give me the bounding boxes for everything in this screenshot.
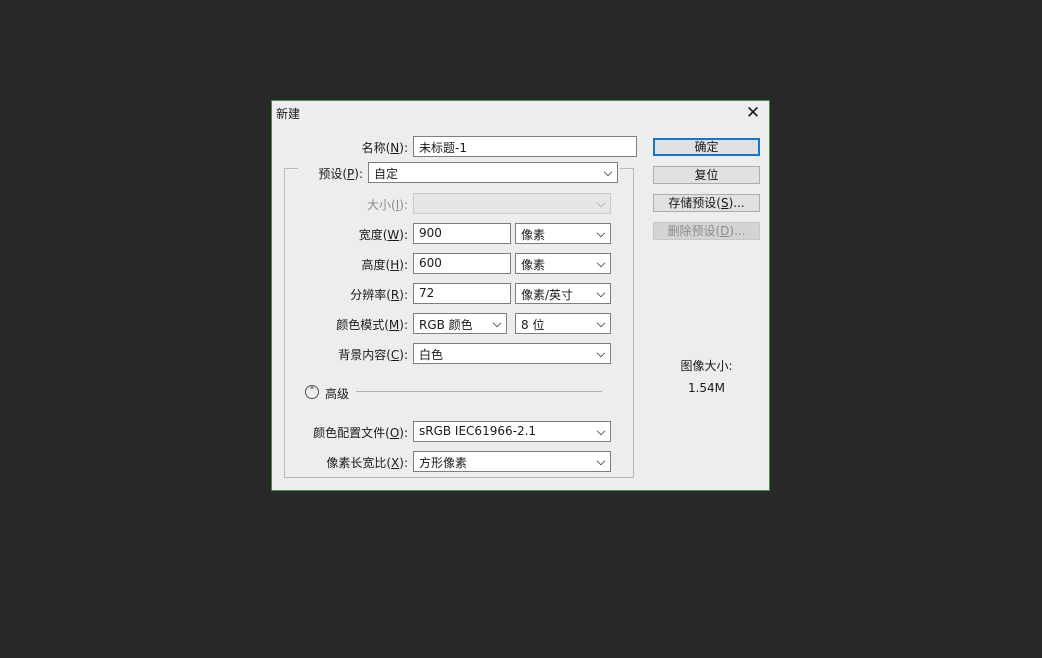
chevron-down-icon: [596, 288, 606, 298]
width-unit-select[interactable]: 像素: [515, 223, 611, 244]
preset-label: 预设(P):: [316, 165, 363, 182]
resolution-input[interactable]: 72: [413, 283, 511, 304]
color-mode-select[interactable]: RGB 颜色: [413, 313, 507, 334]
size-label: 大小(I):: [367, 198, 408, 212]
chevron-down-icon: [596, 258, 606, 268]
background-value: 白色: [419, 348, 444, 362]
height-unit-select[interactable]: 像素: [515, 253, 611, 274]
advanced-label[interactable]: 高级: [325, 385, 349, 402]
pixel-aspect-value: 方形像素: [419, 456, 468, 470]
resolution-unit-select[interactable]: 像素/英寸: [515, 283, 611, 304]
width-label: 宽度(W):: [358, 228, 408, 242]
chevron-down-icon: [596, 426, 606, 436]
height-input[interactable]: 600: [413, 253, 511, 274]
image-size-label: 图像大小:: [680, 359, 733, 373]
chevron-down-icon: [596, 348, 606, 358]
image-size-value: 1.54M: [687, 381, 726, 395]
bit-depth-select[interactable]: 8 位: [515, 313, 611, 334]
name-input[interactable]: 未标题-1: [413, 136, 637, 157]
chevron-down-icon: [603, 167, 613, 177]
new-document-dialog: 新建 ✕ 名称(N): 未标题-1 预设(P): 自定 大小(I): 宽度(W)…: [271, 100, 770, 491]
background-select[interactable]: 白色: [413, 343, 611, 364]
chevron-down-icon: [492, 318, 502, 328]
chevron-down-icon: [596, 456, 606, 466]
name-label: 名称(N):: [361, 141, 408, 155]
group-border-left: [284, 168, 298, 169]
height-label: 高度(H):: [361, 258, 408, 272]
save-preset-button[interactable]: 存储预设(S)...: [653, 194, 760, 212]
chevron-down-icon: [596, 318, 606, 328]
ok-button[interactable]: 确定: [653, 138, 760, 156]
height-unit-value: 像素: [521, 258, 546, 272]
reset-button[interactable]: 复位: [653, 166, 760, 184]
dialog-title: 新建: [276, 107, 301, 121]
bit-depth-value: 8 位: [521, 318, 545, 332]
pixel-aspect-label: 像素长宽比(X):: [326, 456, 408, 470]
size-select: [413, 193, 611, 214]
close-icon[interactable]: ✕: [745, 105, 761, 122]
advanced-divider: [356, 391, 602, 392]
delete-preset-button: 删除预设(D)...: [653, 222, 760, 240]
chevron-down-icon: [596, 228, 606, 238]
dialog-titlebar[interactable]: 新建 ✕: [272, 101, 769, 125]
color-mode-value: RGB 颜色: [419, 318, 473, 332]
color-mode-label: 颜色模式(M):: [336, 318, 408, 332]
color-profile-value: sRGB IEC61966-2.1: [419, 424, 537, 438]
width-unit-value: 像素: [521, 228, 546, 242]
preset-value: 自定: [374, 167, 399, 181]
color-profile-label: 颜色配置文件(O):: [313, 426, 408, 440]
advanced-toggle-icon[interactable]: ⌃: [305, 385, 319, 399]
color-profile-select[interactable]: sRGB IEC61966-2.1: [413, 421, 611, 442]
resolution-label: 分辨率(R):: [350, 288, 408, 302]
width-input[interactable]: 900: [413, 223, 511, 244]
chevron-down-icon: [596, 198, 606, 208]
resolution-unit-value: 像素/英寸: [521, 288, 574, 302]
pixel-aspect-select[interactable]: 方形像素: [413, 451, 611, 472]
group-border-right: [620, 168, 634, 169]
preset-select[interactable]: 自定: [368, 162, 618, 183]
background-label: 背景内容(C):: [338, 348, 408, 362]
